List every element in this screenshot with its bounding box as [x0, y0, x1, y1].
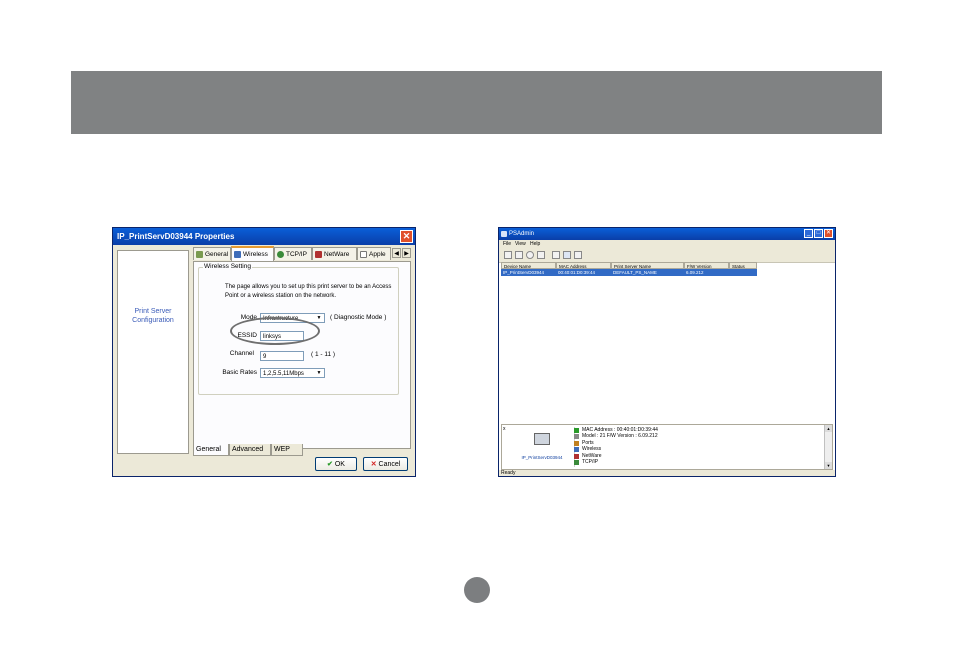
channel-label: Channel: [229, 350, 254, 357]
tab-tcpip[interactable]: TCP/IP: [274, 247, 312, 260]
collapse-icon[interactable]: x: [503, 426, 506, 432]
close-icon[interactable]: ✕: [824, 229, 833, 238]
general-icon: [196, 250, 203, 258]
device-summary: IP_PrintServD03944: [510, 427, 575, 467]
minimize-icon[interactable]: _: [804, 229, 813, 238]
scroll-down-icon[interactable]: ▼: [825, 462, 832, 469]
wand-icon[interactable]: [515, 251, 523, 259]
maximize-icon[interactable]: □: [814, 229, 823, 238]
psadmin-window: PSAdmin _ □ ✕ File View Help Device Name…: [498, 227, 836, 477]
toolbar: [499, 249, 835, 263]
menu-view[interactable]: View: [515, 240, 526, 249]
printer-icon: [534, 433, 550, 445]
menu-help[interactable]: Help: [530, 240, 540, 249]
scroll-up-icon[interactable]: ▲: [825, 425, 832, 432]
printer-icon[interactable]: [537, 251, 545, 259]
table-row[interactable]: IP_PrintServD03944 00:40:01:D0:39:44 DEF…: [501, 269, 757, 276]
cell-device-name: IP_PrintServD03944: [503, 270, 545, 275]
header-band: [71, 71, 882, 134]
wireless-icon: [234, 250, 241, 258]
network-icon: [574, 428, 579, 433]
bottom-tab-general[interactable]: General: [193, 444, 229, 456]
column-mac-address[interactable]: MAC Address: [556, 262, 611, 269]
detail-scrollbar[interactable]: ▲ ▼: [824, 425, 832, 469]
close-icon[interactable]: ✕: [400, 230, 413, 243]
ok-button[interactable]: ✔ OK: [315, 457, 357, 471]
column-fw-version[interactable]: F/W Version: [684, 262, 729, 269]
tab-scroll-right-icon[interactable]: ▶: [402, 248, 411, 258]
essid-highlight-ellipse: [230, 317, 320, 345]
ports-icon: [574, 440, 579, 446]
netware-icon: [315, 250, 322, 258]
column-print-server-name[interactable]: Print Server Name: [611, 262, 684, 269]
wireless-description: The page allows you to set up this print…: [225, 284, 392, 299]
chevron-down-icon: ▼: [316, 315, 322, 321]
wireless-tab-page: Wireless Setting The page allows you to …: [193, 261, 411, 449]
bottom-tab-advanced[interactable]: Advanced: [229, 444, 271, 456]
tcpip-icon: [574, 460, 579, 466]
dialog-title: IP_PrintServD03944 Properties: [113, 228, 415, 245]
menu-bar: File View Help: [499, 240, 835, 249]
wireless-icon: [574, 447, 579, 453]
apple-icon: [360, 250, 367, 258]
basic-rates-select[interactable]: 1,2,5.5,11Mbps ▼: [260, 368, 325, 378]
tree-item-tcpip[interactable]: TCP/IP: [572, 459, 658, 466]
netware-icon: [574, 453, 579, 459]
help-icon[interactable]: [574, 251, 582, 259]
wireless-setting-label: Wireless Setting: [203, 263, 252, 270]
channel-range-hint: ( 1 - 11 ): [311, 351, 336, 358]
cell-status: [729, 269, 759, 276]
menu-file[interactable]: File: [503, 240, 511, 249]
properties-dialog: IP_PrintServD03944 Properties ✕ Print Se…: [112, 227, 416, 477]
tab-wireless[interactable]: Wireless: [231, 246, 274, 261]
psadmin-title: PSAdmin: [499, 228, 835, 240]
status-bar: Ready: [499, 470, 835, 476]
cell-print-server-name: DEFAULT_PS_NAME: [613, 270, 657, 275]
page-indicator-dot: [464, 577, 490, 603]
tab-strip: General Wireless TCP/IP NetWare Apple ◀ …: [193, 246, 415, 261]
cell-fw-version: 6.09.212: [686, 270, 704, 275]
config-sidebar: Print Server Configuration: [117, 250, 189, 454]
delete-icon[interactable]: [504, 251, 512, 259]
chevron-down-icon: ▼: [316, 370, 322, 376]
basic-rates-label: Basic Rates: [222, 369, 257, 376]
device-tree: MAC Address : 00:40:01:D0:39:44 Model : …: [572, 427, 658, 466]
tab-netware[interactable]: NetWare: [312, 247, 357, 260]
column-status[interactable]: Status: [729, 262, 757, 269]
diagnostic-mode-hint: ( Diagnostic Mode ): [330, 314, 387, 321]
bottom-tab-wep[interactable]: WEP: [271, 444, 303, 456]
cancel-x-icon: ✕: [370, 461, 377, 468]
column-device-name[interactable]: Device Name: [501, 262, 556, 269]
cancel-button[interactable]: ✕ Cancel: [363, 457, 408, 471]
model-icon: [574, 434, 579, 440]
tab-general[interactable]: General: [193, 247, 231, 260]
tab-apple[interactable]: Apple: [357, 247, 391, 260]
print-server-configuration-label[interactable]: Print Server Configuration: [118, 307, 188, 325]
refresh-icon[interactable]: [526, 251, 534, 259]
properties-icon[interactable]: [563, 251, 571, 259]
device-label: IP_PrintServD03944: [521, 455, 563, 460]
channel-input[interactable]: 9: [260, 351, 304, 361]
tcpip-icon: [277, 250, 284, 258]
document-icon[interactable]: [552, 251, 560, 259]
tab-scroll-left-icon[interactable]: ◀: [392, 248, 401, 258]
checkmark-icon: ✔: [327, 461, 333, 468]
app-icon: [501, 231, 507, 237]
detail-panel: x IP_PrintServD03944 MAC Address : 00:40…: [501, 424, 833, 470]
cell-mac-address: 00:40:01:D0:39:44: [558, 270, 596, 275]
